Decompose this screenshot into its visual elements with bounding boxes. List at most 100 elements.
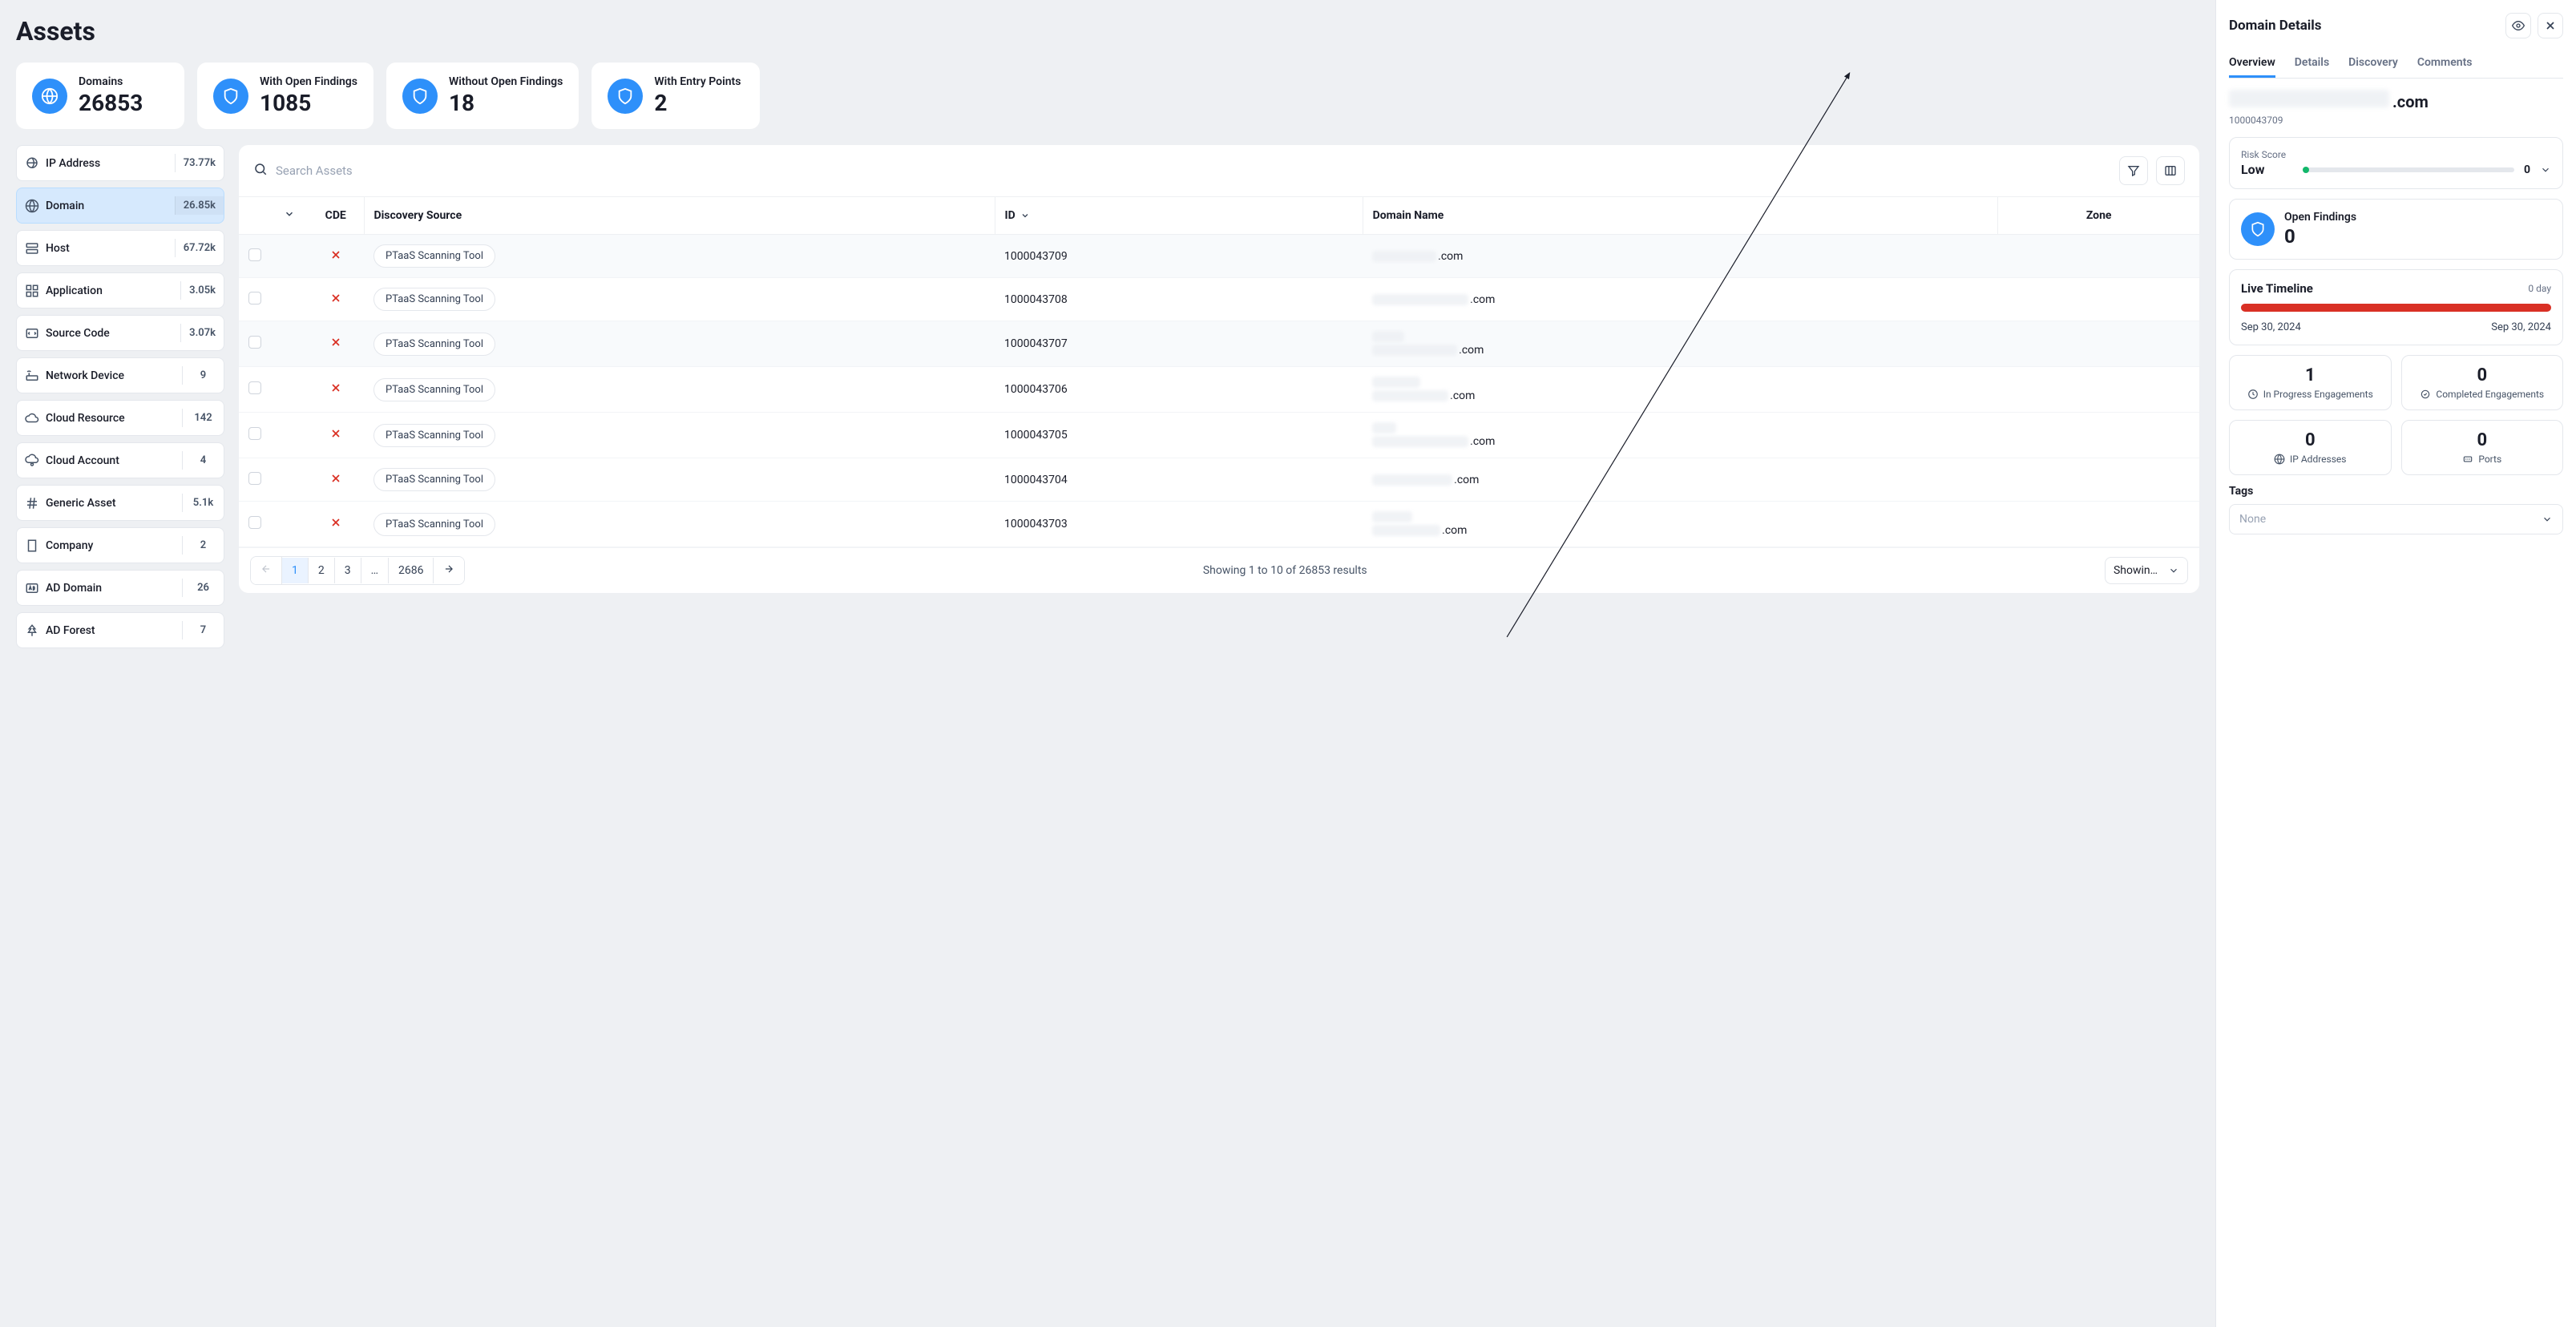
- row-checkbox[interactable]: [248, 381, 261, 394]
- columns-button[interactable]: [2156, 156, 2185, 185]
- col-discovery-source[interactable]: Discovery Source: [364, 197, 995, 235]
- cde-false-icon: [329, 252, 342, 264]
- watch-button[interactable]: [2505, 13, 2531, 38]
- row-checkbox[interactable]: [248, 427, 261, 440]
- details-tab[interactable]: Details: [2295, 50, 2329, 78]
- table-row[interactable]: PTaaS Scanning Tool 1000043709 .com: [239, 235, 2199, 278]
- row-checkbox[interactable]: [248, 472, 261, 485]
- metric-value: 0: [2239, 430, 2381, 450]
- domain-suffix: .com: [2392, 92, 2429, 111]
- risk-value: 0: [2524, 163, 2530, 176]
- table-row[interactable]: PTaaS Scanning Tool 1000043706 .com: [239, 367, 2199, 413]
- row-id: 1000043707: [995, 321, 1363, 367]
- filter-button[interactable]: [2119, 156, 2148, 185]
- search-icon: [253, 162, 268, 179]
- cloud-icon: [25, 411, 39, 426]
- details-tab[interactable]: Discovery: [2348, 50, 2398, 78]
- metric-label: Ports: [2478, 454, 2501, 465]
- row-checkbox[interactable]: [248, 248, 261, 261]
- close-icon: [2544, 19, 2557, 32]
- table-row[interactable]: PTaaS Scanning Tool 1000043708 .com: [239, 278, 2199, 321]
- col-cde[interactable]: CDE: [308, 197, 364, 235]
- prev-page-button[interactable]: [251, 557, 282, 584]
- row-checkbox[interactable]: [248, 516, 261, 529]
- filter-item[interactable]: Application 3.05k: [16, 272, 224, 309]
- page-button[interactable]: 1: [282, 558, 309, 583]
- filter-item[interactable]: Company 2: [16, 527, 224, 563]
- chevron-down-icon: [2542, 514, 2553, 525]
- filter-item[interactable]: Network Device 9: [16, 357, 224, 393]
- summary-card[interactable]: Without Open Findings 18: [386, 63, 579, 129]
- details-tabs: Overview Details Discovery Comments: [2229, 50, 2563, 79]
- summary-card[interactable]: With Open Findings 1085: [197, 63, 373, 129]
- table-row[interactable]: PTaaS Scanning Tool 1000043704 .com: [239, 458, 2199, 502]
- filter-label: Cloud Resource: [46, 412, 125, 425]
- row-checkbox[interactable]: [248, 292, 261, 305]
- details-tab[interactable]: Comments: [2417, 50, 2473, 78]
- card-label: With Entry Points: [654, 75, 741, 88]
- metric-card[interactable]: 0 Completed Engagements: [2401, 355, 2564, 410]
- next-page-button[interactable]: [434, 557, 464, 584]
- filter-item[interactable]: AD Forest 7: [16, 612, 224, 648]
- row-domain-name: .com: [1372, 377, 1989, 402]
- asset-type-filters: IP Address 73.77k Domain 26.85k Host 67.…: [16, 145, 224, 648]
- discovery-source-chip: PTaaS Scanning Tool: [373, 424, 495, 447]
- filter-item[interactable]: Host 67.72k: [16, 230, 224, 266]
- tags-dropdown[interactable]: None: [2229, 504, 2563, 534]
- filter-item[interactable]: Source Code 3.07k: [16, 315, 224, 351]
- filter-item[interactable]: Cloud Account 4: [16, 442, 224, 478]
- filter-count: 26: [182, 579, 224, 597]
- filter-item[interactable]: AD Domain 26: [16, 570, 224, 606]
- redacted-domain-prefix: [2229, 90, 2389, 107]
- open-findings-box: Open Findings 0: [2229, 199, 2563, 260]
- port-icon: [2462, 454, 2473, 465]
- page-button[interactable]: 2: [309, 558, 335, 583]
- page-size-dropdown[interactable]: Showing…: [2105, 557, 2188, 584]
- details-tab[interactable]: Overview: [2229, 50, 2275, 78]
- badge-icon: [2420, 389, 2431, 400]
- col-id[interactable]: ID: [995, 197, 1363, 235]
- tree-icon: [25, 623, 39, 638]
- filter-count: 5.1k: [182, 494, 224, 512]
- col-domain-name[interactable]: Domain Name: [1363, 197, 1998, 235]
- chevron-down-icon: [2168, 565, 2179, 576]
- expand-column-header[interactable]: [271, 197, 308, 235]
- summary-card[interactable]: With Entry Points 2: [592, 63, 760, 129]
- page-button[interactable]: 3: [335, 558, 361, 583]
- filter-label: AD Forest: [46, 624, 95, 637]
- table-row[interactable]: PTaaS Scanning Tool 1000043707 .com: [239, 321, 2199, 367]
- filter-item[interactable]: Generic Asset 5.1k: [16, 485, 224, 521]
- timeline-start: Sep 30, 2024: [2241, 321, 2301, 333]
- risk-level: Low: [2241, 162, 2264, 177]
- metric-card[interactable]: 1 In Progress Engagements: [2229, 355, 2392, 410]
- table-row[interactable]: PTaaS Scanning Tool 1000043703 .com: [239, 502, 2199, 547]
- row-checkbox[interactable]: [248, 336, 261, 349]
- filter-count: 26.85k: [175, 196, 224, 215]
- page-button[interactable]: 2686: [389, 558, 434, 583]
- filter-item[interactable]: IP Address 73.77k: [16, 145, 224, 181]
- metric-card[interactable]: 0 IP Addresses: [2229, 420, 2392, 475]
- shield-icon: [2241, 212, 2275, 246]
- cde-false-icon: [329, 430, 342, 443]
- table-row[interactable]: PTaaS Scanning Tool 1000043705 .com: [239, 413, 2199, 458]
- close-button[interactable]: [2538, 13, 2563, 38]
- tags-title: Tags: [2229, 485, 2563, 498]
- timeline-end: Sep 30, 2024: [2491, 321, 2551, 333]
- pagination: 123…2686: [250, 556, 465, 585]
- summary-card[interactable]: Domains 26853: [16, 63, 184, 129]
- filter-item[interactable]: Domain 26.85k: [16, 188, 224, 224]
- metric-card[interactable]: 0 Ports: [2401, 420, 2564, 475]
- cde-false-icon: [329, 475, 342, 488]
- search-input[interactable]: [276, 163, 2111, 178]
- filter-label: IP Address: [46, 157, 100, 170]
- row-domain-name: .com: [1372, 293, 1989, 306]
- risk-expand-icon[interactable]: [2540, 164, 2551, 175]
- assets-table-body: PTaaS Scanning Tool 1000043709 .com PTaa…: [239, 235, 2199, 547]
- metric-label: Completed Engagements: [2436, 389, 2544, 400]
- row-domain-name: .com: [1372, 331, 1989, 357]
- risk-bar: [2306, 167, 2514, 172]
- col-zone[interactable]: Zone: [1998, 197, 2199, 235]
- filter-item[interactable]: Cloud Resource 142: [16, 400, 224, 436]
- row-domain-name: .com: [1372, 474, 1989, 486]
- filter-count: 2: [182, 536, 224, 555]
